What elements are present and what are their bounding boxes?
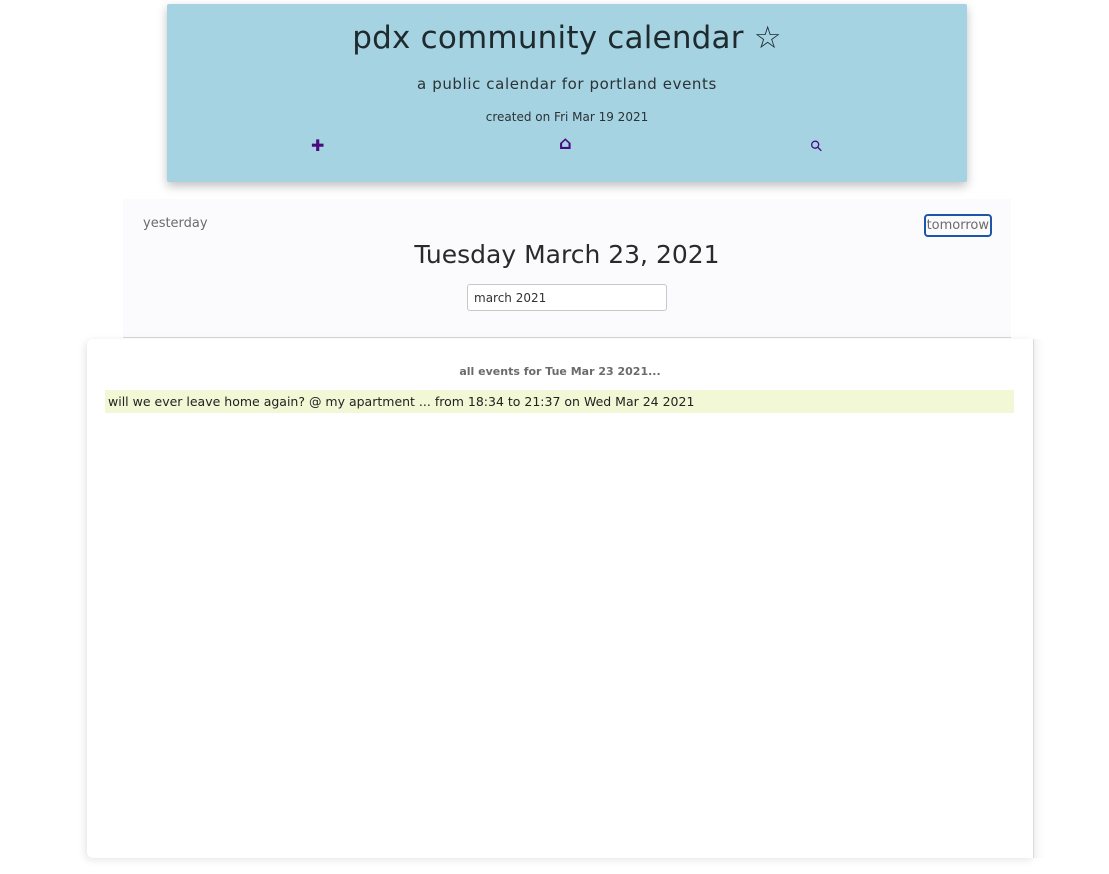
- created-date: created on Fri Mar 19 2021: [485, 110, 649, 124]
- day-navigation: yesterday tomorrow Tuesday March 23, 202…: [123, 199, 1011, 338]
- yesterday-link[interactable]: yesterday: [143, 216, 208, 231]
- tomorrow-link[interactable]: tomorrow: [923, 214, 992, 237]
- events-card-edge: [1033, 339, 1045, 858]
- event-list-item[interactable]: will we ever leave home again? @ my apar…: [105, 390, 1014, 413]
- date-heading: Tuesday March 23, 2021: [414, 240, 720, 269]
- site-subtitle: a public calendar for portland events: [417, 75, 717, 93]
- site-title: pdx community calendar ☆: [352, 20, 782, 56]
- site-header: pdx community calendar ☆ a public calend…: [167, 4, 967, 182]
- month-picker-input[interactable]: [467, 284, 667, 311]
- events-panel: all events for Tue Mar 23 2021... will w…: [87, 339, 1034, 858]
- home-icon[interactable]: ⌂: [559, 134, 572, 154]
- events-caption: all events for Tue Mar 23 2021...: [459, 365, 661, 378]
- plus-icon[interactable]: ✚: [311, 136, 324, 156]
- magnifier-icon[interactable]: ⚲: [806, 135, 828, 157]
